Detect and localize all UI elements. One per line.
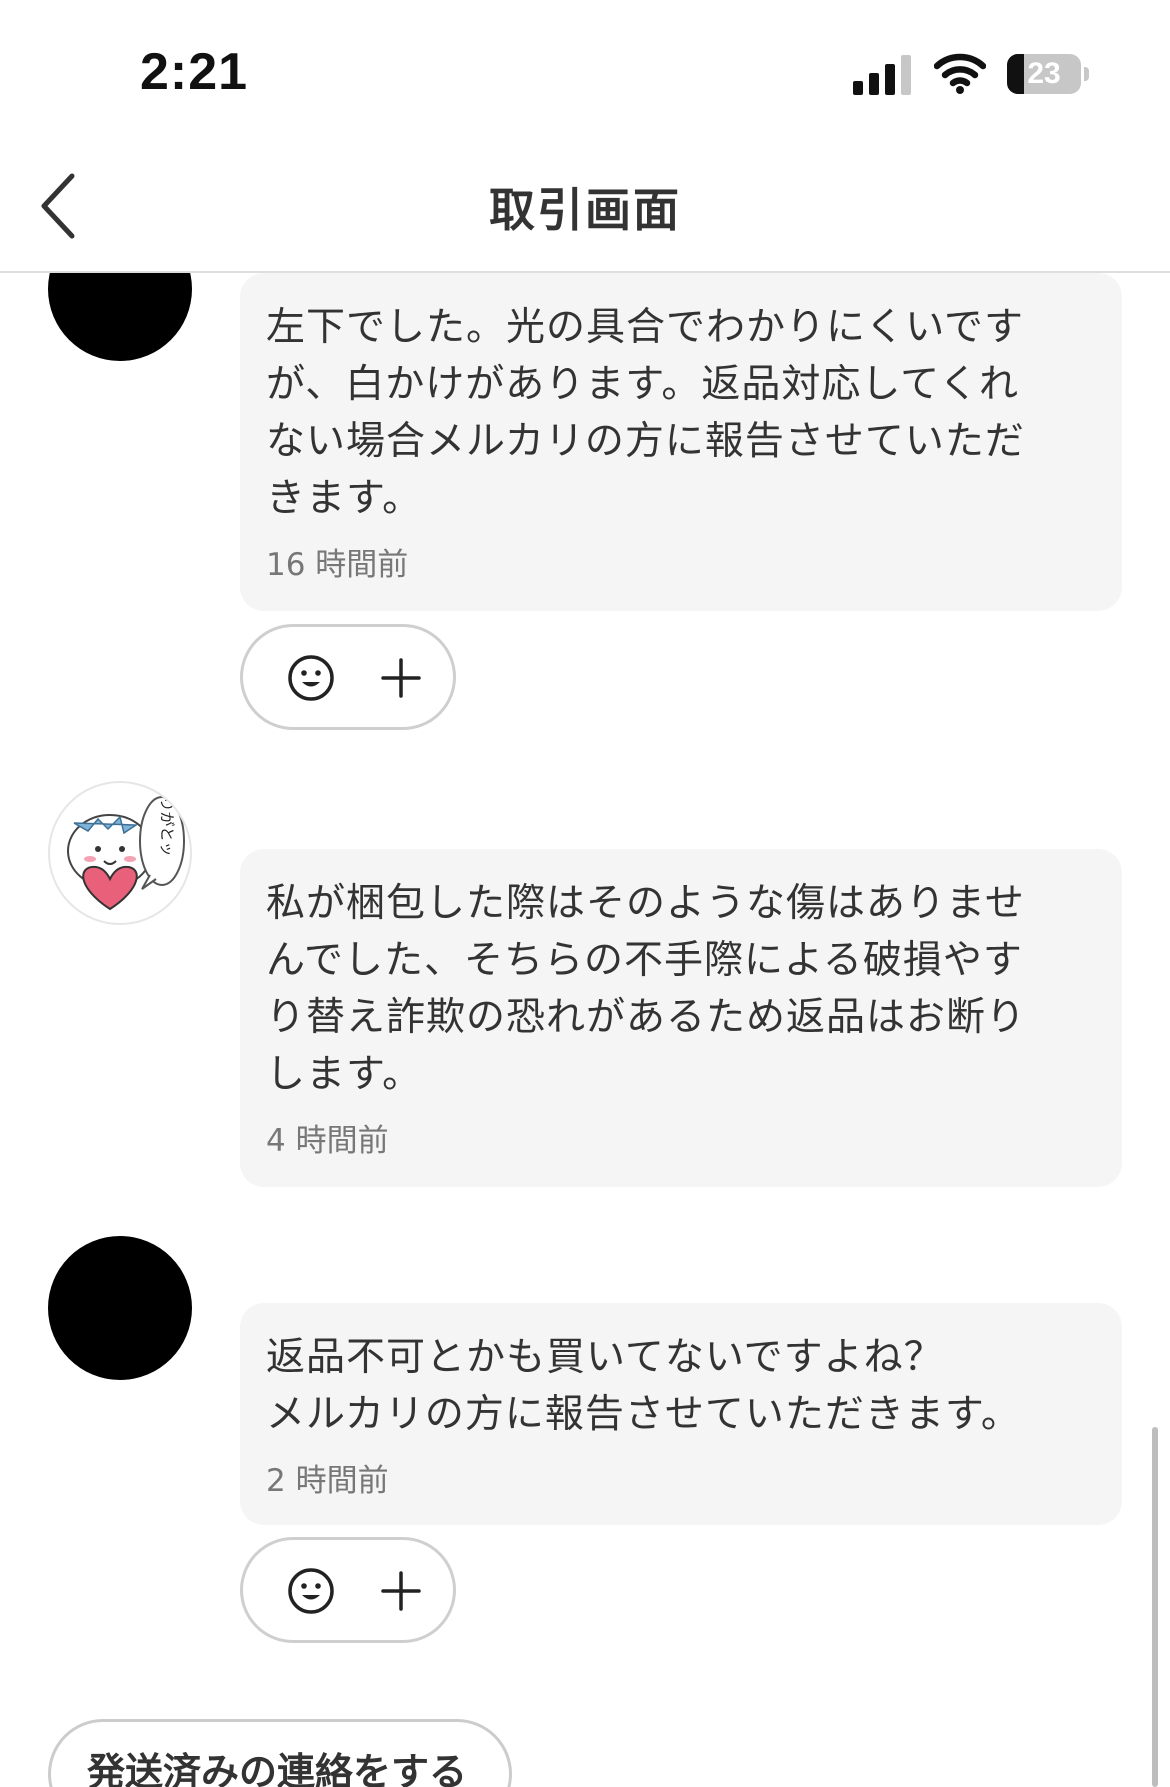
sticker-text: ありがとッ [158,783,176,857]
message-bubble: 私が梱包した際はそのような傷はありませ んでした、そちらの不手際による破損やす … [240,849,1122,1187]
seller-avatar[interactable]: ありがとッ [48,781,192,925]
page-title: 取引画面 [489,183,681,237]
message-text: 返品不可とかも買いてないですよね？ メルカリの方に報告させていただきます。 [266,1335,1021,1437]
buyer-avatar[interactable] [48,273,192,361]
message-bubble: 左下でした。光の具合でわかりにくいです が、白かけがあります。返品対応してくれ … [240,273,1122,611]
sticker-character-icon: ありがとッ [67,783,185,911]
status-bar: 2:21 23 [0,0,1170,140]
add-reaction-button[interactable] [287,654,335,702]
more-reactions-button[interactable] [379,656,423,700]
status-time: 2:21 [140,43,249,101]
smile-icon [288,655,334,701]
signal-icon [853,55,911,95]
add-reaction-button[interactable] [287,1567,335,1615]
smile-icon [288,1568,334,1614]
scrollbar[interactable] [1152,1427,1158,1787]
reaction-bar [240,1537,456,1643]
message-bubble: 返品不可とかも買いてないですよね？ メルカリの方に報告させていただきます。 2 … [240,1303,1122,1525]
message-text: 左下でした。光の具合でわかりにくいです が、白かけがあります。返品対応してくれ … [266,305,1025,521]
message-time: 2 時間前 [266,1463,389,1499]
message-text: 私が梱包した際はそのような傷はありませ んでした、そちらの不手際による破損やす … [266,881,1027,1097]
buyer-avatar[interactable] [48,1236,192,1380]
message-time: 16 時間前 [266,547,409,583]
chat-area[interactable]: 左下でした。光の具合でわかりにくいです が、白かけがあります。返品対応してくれ … [0,273,1170,1787]
message-time: 4 時間前 [266,1123,389,1159]
more-reactions-button[interactable] [379,1569,423,1613]
wifi-icon [934,53,986,94]
plus-icon [381,1571,421,1611]
ship-notify-button[interactable]: 発送済みの連絡をする [48,1719,512,1787]
nav-header: 取引画面 [0,140,1170,273]
reaction-bar [240,624,456,730]
battery-level: 23 [1027,57,1061,90]
battery-icon: 23 [1007,54,1091,94]
plus-icon [381,658,421,698]
